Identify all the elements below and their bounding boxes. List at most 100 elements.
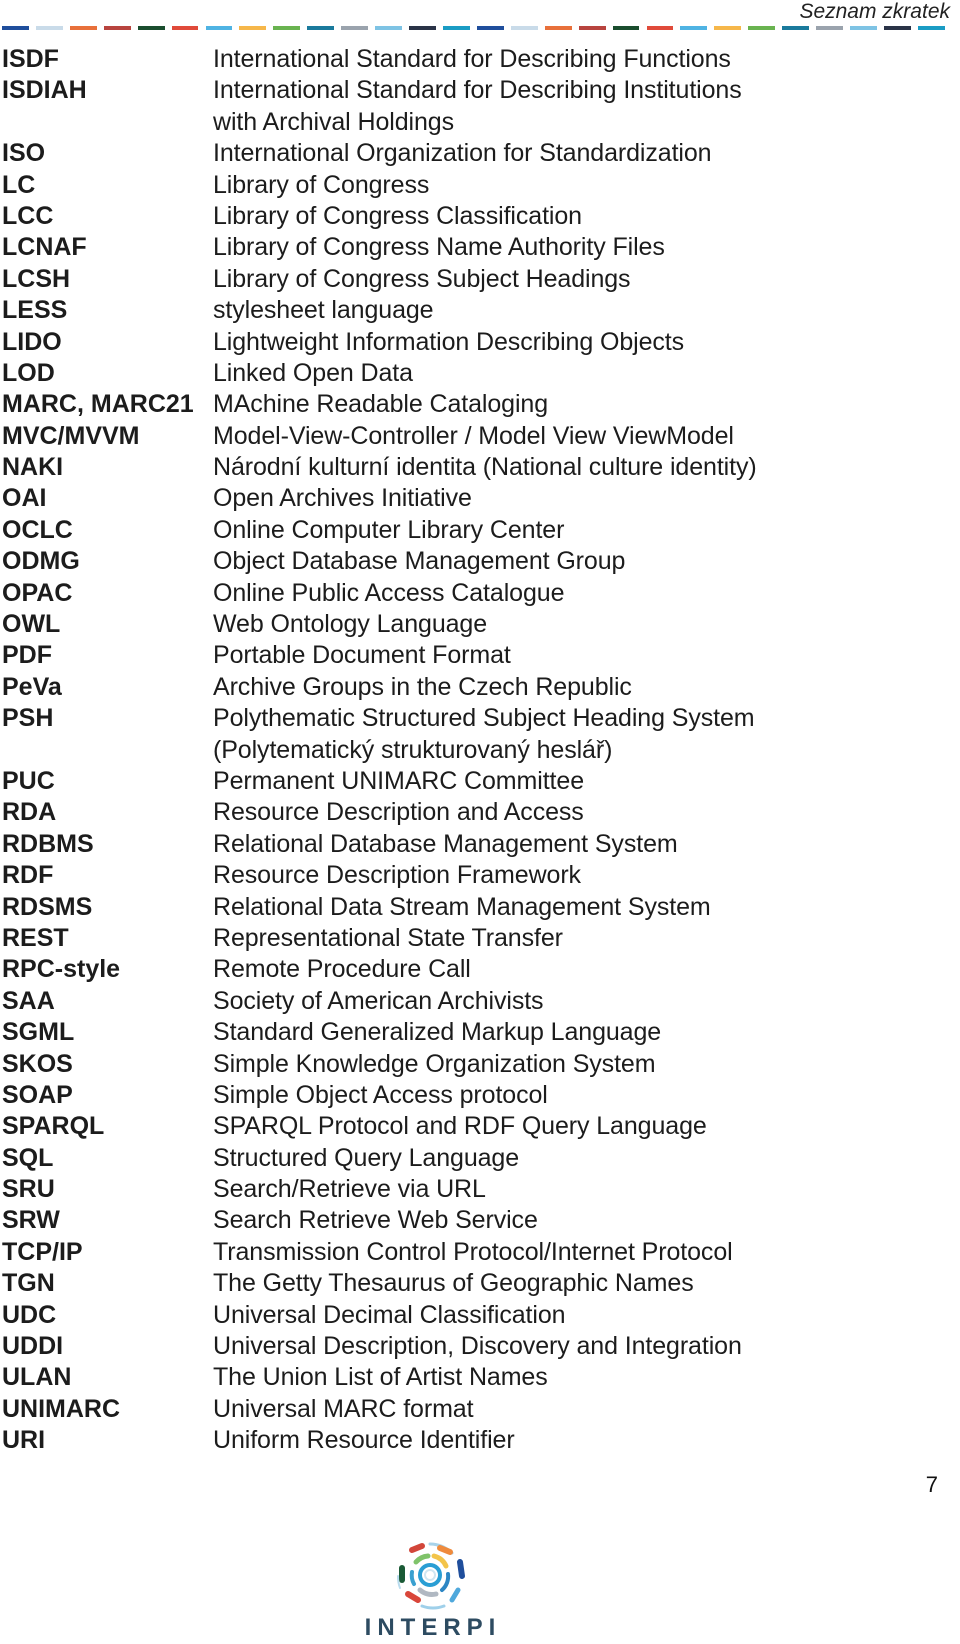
abbreviation-definition: Library of Congress Subject Headings: [213, 264, 631, 293]
abbreviation-term: ISDF: [2, 45, 59, 73]
abbreviation-term: MVC/MVVM: [2, 421, 140, 450]
abbreviation-definition: Simple Knowledge Organization System: [213, 1049, 656, 1078]
dash-segment: [137, 26, 165, 30]
dash-segment: [341, 26, 369, 30]
abbreviation-row: ISO International Organization for Standa…: [2, 138, 942, 169]
abbreviation-term: OPAC: [2, 578, 73, 607]
abbreviation-row: LCSH Library of Congress Subject Headings: [2, 264, 942, 295]
abbreviation-definition: Search/Retrieve via URL: [213, 1175, 486, 1204]
abbreviation-term: LCSH: [2, 264, 71, 293]
abbreviation-row: ISDIAH International Standard for Describ…: [2, 75, 942, 106]
abbreviation-term: RDA: [2, 798, 57, 827]
abbreviation-definition: Object Database Management Group: [213, 547, 626, 576]
decorative-dash-bar: [2, 26, 952, 31]
abbreviation-term: SRU: [2, 1175, 55, 1204]
abbreviation-term: LCNAF: [2, 233, 87, 262]
abbreviation-row: PUC Permanent UNIMARC Committee: [2, 766, 942, 797]
abbreviation-term: ISDIAH: [2, 76, 87, 105]
page-header-title: Seznam zkratek: [799, 0, 950, 23]
abbreviation-row: RDF Resource Description Framework: [2, 860, 942, 891]
abbreviation-term: OCLC: [2, 515, 73, 544]
abbreviation-row: MVC/MVVM Model-View-Controller / Model Vi…: [2, 421, 942, 452]
abbreviation-term: TCP/IP: [2, 1237, 83, 1266]
abbreviation-term: OWL: [2, 610, 61, 639]
abbreviation-definition: The Union List of Artist Names: [213, 1363, 548, 1392]
abbreviation-term: UDDI: [2, 1332, 64, 1361]
dash-segment: [35, 26, 63, 30]
abbreviation-row: PDF Portable Document Format: [2, 640, 942, 671]
abbreviation-row: with Archival Holdings: [2, 107, 942, 138]
abbreviation-row: ISDF International Standard for Describin…: [2, 44, 942, 75]
abbreviation-row: PSH Polythematic Structured Subject Headi…: [2, 703, 942, 734]
dash-segment: [578, 26, 606, 30]
abbreviation-term: LESS: [2, 296, 68, 325]
abbreviation-term: LC: [2, 170, 36, 199]
abbreviation-definition: Polythematic Structured Subject Heading …: [213, 704, 755, 733]
abbreviation-term: RPC-style: [2, 955, 121, 984]
dash-segment: [680, 26, 708, 30]
abbreviation-row: UDC Universal Decimal Classification: [2, 1300, 942, 1331]
abbreviation-definition: International Organization for Standardi…: [213, 139, 712, 168]
dash-segment: [782, 26, 810, 30]
abbreviation-row: RPC-style Remote Procedure Call: [2, 954, 942, 985]
abbreviation-definition: Transmission Control Protocol/Internet P…: [213, 1237, 733, 1266]
dash-segment: [883, 26, 911, 30]
abbreviation-term: UDC: [2, 1300, 57, 1329]
abbreviation-definition: Archive Groups in the Czech Republic: [213, 672, 632, 701]
dash-segment: [510, 26, 538, 30]
abbreviation-term: LOD: [2, 358, 55, 387]
abbreviation-row: REST Representational State Transfer: [2, 923, 942, 954]
dash-segment: [816, 26, 843, 30]
abbreviation-definition: Remote Procedure Call: [213, 955, 471, 984]
dash-segment: [612, 26, 640, 30]
abbreviation-row: RDSMS Relational Data Stream Management S…: [2, 892, 942, 923]
abbreviation-definition: Linked Open Data: [213, 358, 413, 387]
abbreviation-definition: Online Computer Library Center: [213, 515, 565, 544]
abbreviation-row: TCP/IP Transmission Control Protocol/Inte…: [2, 1237, 942, 1268]
logo-text: INTERPI: [364, 1614, 502, 1641]
dash-segment: [714, 26, 742, 30]
abbreviation-term: OAI: [2, 484, 47, 513]
abbreviation-row: RDBMS Relational Database Management Syst…: [2, 829, 942, 860]
abbreviation-definition: Universal Description, Discovery and Int…: [213, 1332, 742, 1361]
abbreviation-definition: Library of Congress: [213, 170, 430, 199]
abbreviation-definition: Lightweight Information Describing Objec…: [213, 327, 685, 356]
abbreviation-definition: Structured Query Language: [213, 1143, 520, 1172]
abbreviation-definition: (Polytematický strukturovaný heslář): [213, 735, 613, 764]
abbreviation-term: RDBMS: [2, 829, 94, 858]
abbreviation-term: SRW: [2, 1206, 60, 1235]
abbreviation-definition: Open Archives Initiative: [213, 484, 472, 513]
interpi-logo: INTERPI: [352, 1536, 514, 1644]
abbreviation-row: LOD Linked Open Data: [2, 358, 942, 389]
abbreviation-term: SQL: [2, 1143, 54, 1172]
abbreviation-definition: Portable Document Format: [213, 641, 511, 670]
abbreviation-term: UNIMARC: [2, 1394, 121, 1423]
abbreviation-definition: Resource Description Framework: [213, 861, 581, 890]
abbreviation-term: SGML: [2, 1018, 75, 1047]
page-number: 7: [925, 1472, 938, 1497]
abbreviation-term: TGN: [2, 1269, 55, 1298]
abbreviation-row: NAKI Národní kulturní identita (National …: [2, 452, 942, 483]
abbreviation-term: [2, 107, 213, 138]
abbreviation-row: OAI Open Archives Initiative: [2, 483, 942, 514]
abbreviation-row: ODMG Object Database Management Group: [2, 546, 942, 577]
abbreviation-definition: Search Retrieve Web Service: [213, 1206, 538, 1235]
abbreviation-definition: International Standard for Describing Fu…: [213, 45, 731, 73]
abbreviation-row: OCLC Online Computer Library Center: [2, 515, 942, 546]
abbreviation-definition: International Standard for Describing In…: [213, 76, 742, 105]
abbreviation-definition: SPARQL Protocol and RDF Query Language: [213, 1112, 707, 1141]
abbreviation-row: OPAC Online Public Access Catalogue: [2, 578, 942, 609]
abbreviation-term: NAKI: [2, 453, 64, 482]
abbreviation-definition: Library of Congress Classification: [213, 201, 582, 230]
abbreviation-term: SPARQL: [2, 1112, 105, 1141]
interpi-circular-logo-icon: [396, 1542, 465, 1610]
abbreviation-list: ISDF International Standard for Describin…: [2, 44, 942, 1457]
dash-segment: [205, 26, 233, 30]
abbreviation-row: LCC Library of Congress Classification: [2, 201, 942, 232]
abbreviation-term: PDF: [2, 641, 52, 670]
abbreviation-row: OWL Web Ontology Language: [2, 609, 942, 640]
abbreviation-row: ULAN The Union List of Artist Names: [2, 1362, 942, 1393]
abbreviation-term: URI: [2, 1426, 46, 1455]
abbreviation-definition: stylesheet language: [213, 296, 434, 325]
abbreviation-term: MARC, MARC21: [2, 390, 194, 419]
